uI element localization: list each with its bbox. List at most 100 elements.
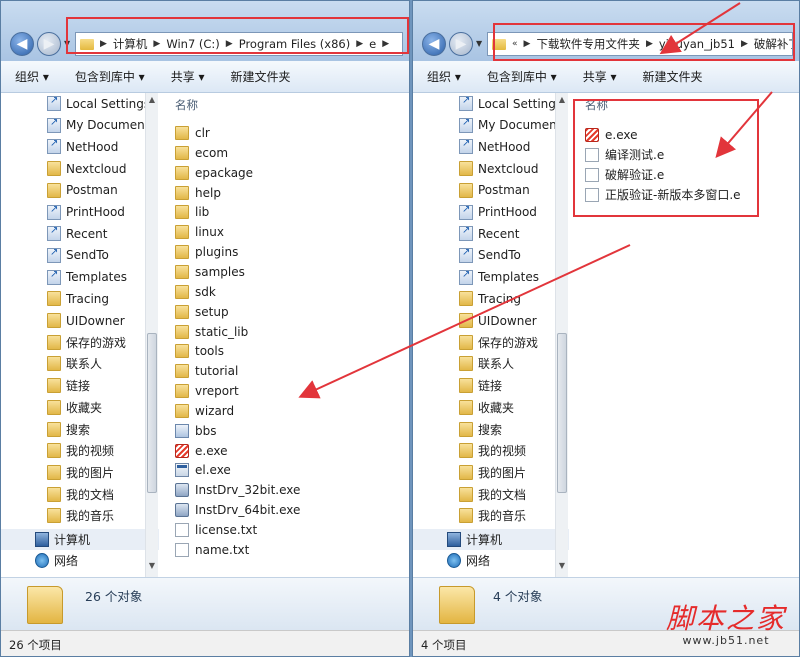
breadcrumb-item[interactable]: Win7 (C:): [166, 37, 219, 51]
nav-item[interactable]: 我的文档: [1, 484, 114, 505]
nav-item[interactable]: 收藏夹: [1, 397, 102, 418]
nav-item[interactable]: My Documents: [413, 115, 568, 136]
file-item[interactable]: el.exe: [175, 460, 231, 480]
nav-item[interactable]: Local Settings: [1, 93, 150, 114]
nav-item[interactable]: 保存的游戏: [413, 332, 538, 353]
new-folder-button[interactable]: 新建文件夹: [643, 68, 703, 85]
address-bar[interactable]: ▶ 计算机 ▶ Win7 (C:) ▶ Program Files (x86) ▶ e ▶: [75, 32, 403, 56]
nav-item[interactable]: Templates: [413, 267, 539, 288]
file-item[interactable]: 正版验证-新版本多窗口.e: [585, 185, 741, 205]
scroll-up-icon[interactable]: ▲: [146, 95, 158, 109]
nav-item[interactable]: Tracing: [413, 288, 521, 309]
nav-item[interactable]: 我的音乐: [1, 505, 114, 526]
file-item[interactable]: static_lib: [175, 322, 248, 342]
nav-item[interactable]: UIDowner: [1, 310, 125, 331]
scrollbar-thumb[interactable]: [557, 333, 567, 493]
nav-item[interactable]: UIDowner: [413, 310, 537, 331]
nav-item[interactable]: 搜索: [1, 419, 90, 440]
nav-item[interactable]: 我的图片: [413, 462, 526, 483]
file-item[interactable]: 破解验证.e: [585, 165, 664, 185]
nav-item[interactable]: 我的音乐: [413, 505, 526, 526]
nav-root-item[interactable]: 网络: [413, 550, 571, 571]
back-button[interactable]: ◀: [10, 32, 34, 56]
file-item[interactable]: 编译测试.e: [585, 145, 664, 165]
file-item[interactable]: e.exe: [585, 125, 637, 145]
nav-item[interactable]: 链接: [413, 375, 502, 396]
scroll-up-icon[interactable]: ▲: [556, 95, 568, 109]
scrollbar-thumb[interactable]: [147, 333, 157, 493]
nav-item[interactable]: 我的图片: [1, 462, 114, 483]
breadcrumb-item[interactable]: yiyuyan_jb51: [659, 37, 735, 51]
nav-root-item[interactable]: 网络: [1, 550, 159, 571]
column-header-name[interactable]: 名称: [585, 97, 608, 113]
back-button[interactable]: ◀: [422, 32, 446, 56]
new-folder-button[interactable]: 新建文件夹: [231, 68, 291, 85]
nav-item[interactable]: Recent: [413, 223, 519, 244]
include-in-library-button[interactable]: 包含到库中 ▾: [75, 68, 145, 85]
breadcrumb-arrow-icon[interactable]: ▶: [356, 39, 363, 49]
file-item[interactable]: tutorial: [175, 361, 238, 381]
nav-item[interactable]: 链接: [1, 375, 90, 396]
file-item[interactable]: tools: [175, 341, 224, 361]
nav-item[interactable]: SendTo: [1, 245, 109, 266]
file-item[interactable]: e.exe: [175, 441, 227, 461]
nav-item[interactable]: Postman: [413, 180, 530, 201]
nav-item[interactable]: Tracing: [1, 288, 109, 309]
nav-item[interactable]: 联系人: [1, 353, 102, 374]
forward-button[interactable]: ▶: [37, 32, 61, 56]
nav-item[interactable]: 我的文档: [413, 484, 526, 505]
nav-item[interactable]: Nextcloud: [413, 158, 538, 179]
file-item[interactable]: linux: [175, 222, 224, 242]
nav-root-item[interactable]: 计算机: [1, 529, 159, 550]
nav-item[interactable]: 我的视频: [1, 440, 114, 461]
nav-item[interactable]: 我的视频: [413, 440, 526, 461]
breadcrumb-arrow-icon[interactable]: ▶: [153, 39, 160, 49]
file-item[interactable]: vreport: [175, 381, 239, 401]
forward-button[interactable]: ▶: [449, 32, 473, 56]
breadcrumb-item[interactable]: 破解补丁: [754, 36, 792, 52]
breadcrumb-arrow-icon[interactable]: ▶: [741, 39, 748, 49]
nav-item[interactable]: Nextcloud: [1, 158, 126, 179]
file-item[interactable]: license.txt: [175, 520, 257, 540]
file-item[interactable]: epackage: [175, 163, 253, 183]
file-item[interactable]: wizard: [175, 401, 234, 421]
breadcrumb-item[interactable]: Program Files (x86): [239, 37, 350, 51]
file-item[interactable]: plugins: [175, 242, 238, 262]
column-header-name[interactable]: 名称: [175, 97, 198, 113]
navigation-scrollbar[interactable]: ▲ ▼: [555, 93, 568, 577]
nav-item[interactable]: 联系人: [413, 353, 514, 374]
nav-item[interactable]: SendTo: [413, 245, 521, 266]
nav-item[interactable]: 收藏夹: [413, 397, 514, 418]
breadcrumb-item[interactable]: 下载软件专用文件夹: [536, 36, 640, 52]
file-item[interactable]: help: [175, 183, 221, 203]
file-item[interactable]: sdk: [175, 282, 216, 302]
breadcrumb-arrow-icon[interactable]: ▶: [524, 39, 531, 49]
nav-item[interactable]: 搜索: [413, 419, 502, 440]
nav-root-item[interactable]: 计算机: [413, 529, 571, 550]
organize-button[interactable]: 组织 ▾: [427, 68, 461, 85]
nav-item[interactable]: NetHood: [1, 136, 118, 157]
file-item[interactable]: samples: [175, 262, 245, 282]
nav-item[interactable]: 保存的游戏: [1, 332, 126, 353]
nav-item[interactable]: NetHood: [413, 136, 530, 157]
share-button[interactable]: 共享 ▾: [171, 68, 205, 85]
nav-item[interactable]: Postman: [1, 180, 118, 201]
file-item[interactable]: bbs: [175, 421, 217, 441]
breadcrumb-arrow-icon[interactable]: ▶: [646, 39, 653, 49]
nav-item[interactable]: Templates: [1, 267, 127, 288]
share-button[interactable]: 共享 ▾: [583, 68, 617, 85]
address-bar[interactable]: «▶下载软件专用文件夹▶yiyuyan_jb51▶破解补丁▶: [487, 32, 793, 56]
scroll-down-icon[interactable]: ▼: [556, 561, 568, 575]
nav-item[interactable]: My Documents: [1, 115, 156, 136]
file-item[interactable]: lib: [175, 202, 209, 222]
scroll-down-icon[interactable]: ▼: [146, 561, 158, 575]
include-in-library-button[interactable]: 包含到库中 ▾: [487, 68, 557, 85]
file-item[interactable]: InstDrv_64bit.exe: [175, 500, 300, 520]
file-item[interactable]: ecom: [175, 143, 228, 163]
breadcrumb-arrow-icon[interactable]: ▶: [382, 39, 389, 49]
nav-item[interactable]: Recent: [1, 223, 107, 244]
breadcrumb-item[interactable]: e: [369, 37, 376, 51]
file-item[interactable]: clr: [175, 123, 210, 143]
file-item[interactable]: InstDrv_32bit.exe: [175, 480, 300, 500]
recent-pages-dropdown-icon[interactable]: ▼: [64, 39, 70, 48]
